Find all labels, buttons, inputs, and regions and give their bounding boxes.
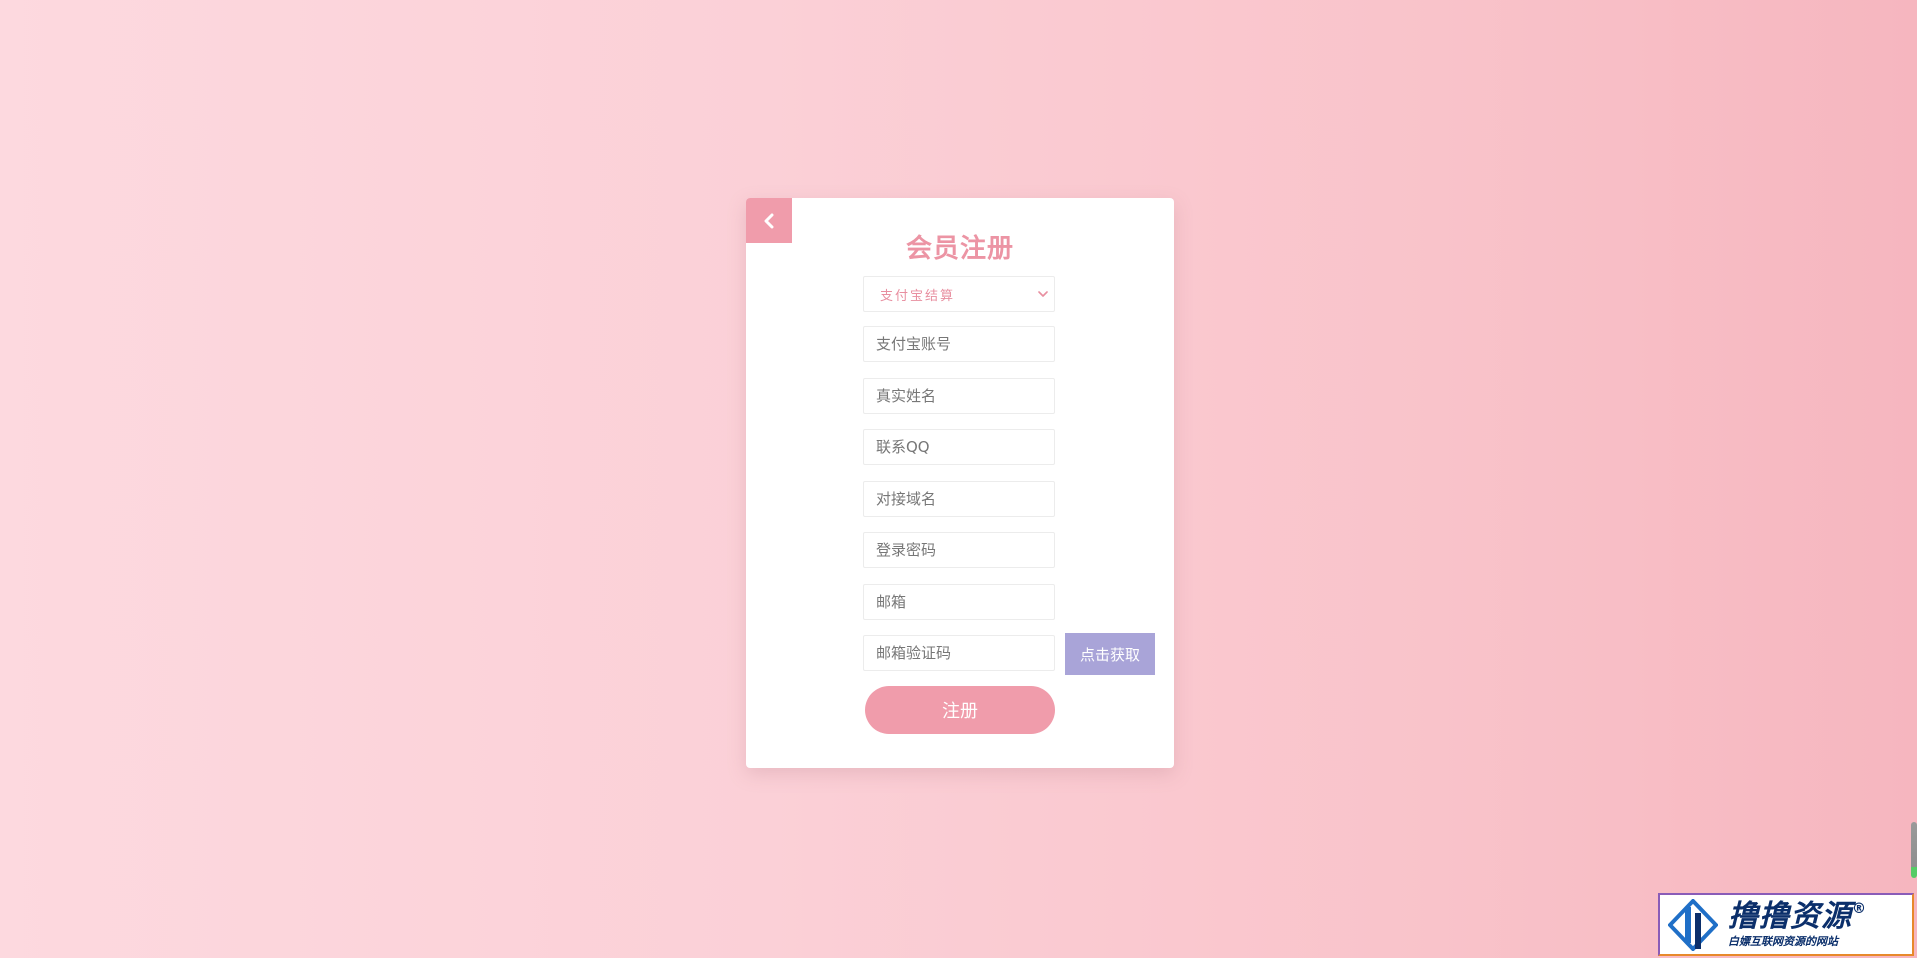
chevron-down-icon bbox=[1038, 291, 1048, 297]
register-card: 会员注册 支付宝结算 点击获取 注册 bbox=[746, 198, 1174, 768]
real-name-input[interactable] bbox=[863, 378, 1055, 414]
chevron-left-icon bbox=[764, 213, 774, 228]
page-title: 会员注册 bbox=[905, 234, 1014, 264]
registered-mark: ® bbox=[1852, 901, 1867, 917]
password-input[interactable] bbox=[863, 532, 1055, 568]
watermark-brand: 撸撸资源® bbox=[1728, 899, 1867, 934]
watermark-tagline: 白嫖互联网资源的网站 bbox=[1728, 935, 1838, 948]
settlement-select-value: 支付宝结算 bbox=[880, 288, 956, 304]
email-input[interactable] bbox=[863, 584, 1055, 620]
logo-icon bbox=[1668, 898, 1718, 951]
register-button[interactable]: 注册 bbox=[865, 686, 1055, 734]
get-code-button[interactable]: 点击获取 bbox=[1065, 633, 1155, 675]
alipay-account-input[interactable] bbox=[863, 326, 1055, 362]
qq-input[interactable] bbox=[863, 429, 1055, 465]
domain-input[interactable] bbox=[863, 481, 1055, 517]
watermark-text: 撸撸资源® 白嫖互联网资源的网站 bbox=[1728, 899, 1867, 948]
settlement-select[interactable]: 支付宝结算 bbox=[863, 276, 1055, 312]
watermark-badge[interactable]: 撸撸资源® 白嫖互联网资源的网站 bbox=[1658, 893, 1914, 956]
email-code-input[interactable] bbox=[863, 635, 1055, 671]
scrollbar[interactable] bbox=[1911, 822, 1917, 878]
